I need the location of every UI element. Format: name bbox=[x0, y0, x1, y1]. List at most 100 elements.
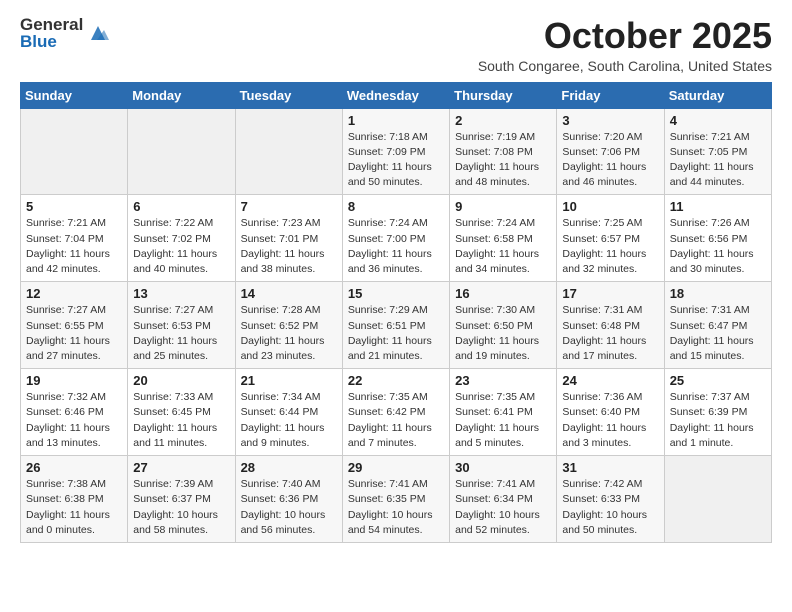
calendar-cell-w1-d1 bbox=[21, 108, 128, 195]
calendar-week-4: 19 Sunrise: 7:32 AMSunset: 6:46 PMDayligh… bbox=[21, 369, 772, 456]
logo-general: General bbox=[20, 16, 83, 33]
day-info: Sunrise: 7:34 AMSunset: 6:44 PMDaylight:… bbox=[241, 390, 337, 451]
calendar-cell-w5-d3: 28 Sunrise: 7:40 AMSunset: 6:36 PMDayligh… bbox=[235, 456, 342, 543]
day-number: 16 bbox=[455, 286, 551, 301]
col-friday: Friday bbox=[557, 82, 664, 108]
day-info: Sunrise: 7:19 AMSunset: 7:08 PMDaylight:… bbox=[455, 130, 551, 191]
day-number: 29 bbox=[348, 460, 444, 475]
day-number: 24 bbox=[562, 373, 658, 388]
day-number: 5 bbox=[26, 199, 122, 214]
day-info: Sunrise: 7:27 AMSunset: 6:55 PMDaylight:… bbox=[26, 303, 122, 364]
day-info: Sunrise: 7:29 AMSunset: 6:51 PMDaylight:… bbox=[348, 303, 444, 364]
day-info: Sunrise: 7:28 AMSunset: 6:52 PMDaylight:… bbox=[241, 303, 337, 364]
calendar-cell-w4-d3: 21 Sunrise: 7:34 AMSunset: 6:44 PMDayligh… bbox=[235, 369, 342, 456]
day-number: 23 bbox=[455, 373, 551, 388]
calendar-cell-w1-d2 bbox=[128, 108, 235, 195]
page: General Blue October 2025 South Congaree… bbox=[0, 0, 792, 559]
calendar-cell-w4-d2: 20Sunrise: 7:33 AMSunset: 6:45 PMDayligh… bbox=[128, 369, 235, 456]
logo-text: General Blue bbox=[20, 16, 83, 50]
logo-blue: Blue bbox=[20, 33, 83, 50]
calendar-cell-w3-d1: 12 Sunrise: 7:27 AMSunset: 6:55 PMDayligh… bbox=[21, 282, 128, 369]
calendar-cell-w2-d6: 10Sunrise: 7:25 AMSunset: 6:57 PMDayligh… bbox=[557, 195, 664, 282]
calendar-cell-w3-d3: 14 Sunrise: 7:28 AMSunset: 6:52 PMDayligh… bbox=[235, 282, 342, 369]
calendar-cell-w5-d4: 29Sunrise: 7:41 AMSunset: 6:35 PMDayligh… bbox=[342, 456, 449, 543]
calendar-cell-w5-d7 bbox=[664, 456, 771, 543]
day-number: 6 bbox=[133, 199, 229, 214]
day-info: Sunrise: 7:41 AMSunset: 6:34 PMDaylight:… bbox=[455, 477, 551, 538]
day-info: Sunrise: 7:42 AMSunset: 6:33 PMDaylight:… bbox=[562, 477, 658, 538]
day-number: 31 bbox=[562, 460, 658, 475]
day-info: Sunrise: 7:23 AMSunset: 7:01 PMDaylight:… bbox=[241, 216, 337, 277]
day-info: Sunrise: 7:21 AMSunset: 7:04 PMDaylight:… bbox=[26, 216, 122, 277]
calendar-cell-w3-d6: 17 Sunrise: 7:31 AMSunset: 6:48 PMDayligh… bbox=[557, 282, 664, 369]
day-number: 26 bbox=[26, 460, 122, 475]
day-number: 27 bbox=[133, 460, 229, 475]
day-info: Sunrise: 7:22 AMSunset: 7:02 PMDaylight:… bbox=[133, 216, 229, 277]
calendar-cell-w3-d5: 16 Sunrise: 7:30 AMSunset: 6:50 PMDayligh… bbox=[450, 282, 557, 369]
day-info: Sunrise: 7:24 AMSunset: 6:58 PMDaylight:… bbox=[455, 216, 551, 277]
calendar-week-2: 5 Sunrise: 7:21 AMSunset: 7:04 PMDaylight… bbox=[21, 195, 772, 282]
calendar-header-row: Sunday Monday Tuesday Wednesday Thursday… bbox=[21, 82, 772, 108]
calendar-cell-w4-d1: 19 Sunrise: 7:32 AMSunset: 6:46 PMDayligh… bbox=[21, 369, 128, 456]
day-info: Sunrise: 7:32 AMSunset: 6:46 PMDaylight:… bbox=[26, 390, 122, 451]
day-number: 7 bbox=[241, 199, 337, 214]
day-number: 14 bbox=[241, 286, 337, 301]
calendar-cell-w1-d7: 4Sunrise: 7:21 AMSunset: 7:05 PMDaylight… bbox=[664, 108, 771, 195]
calendar: Sunday Monday Tuesday Wednesday Thursday… bbox=[20, 82, 772, 543]
calendar-cell-w5-d5: 30 Sunrise: 7:41 AMSunset: 6:34 PMDayligh… bbox=[450, 456, 557, 543]
day-number: 17 bbox=[562, 286, 658, 301]
day-info: Sunrise: 7:30 AMSunset: 6:50 PMDaylight:… bbox=[455, 303, 551, 364]
col-sunday: Sunday bbox=[21, 82, 128, 108]
day-number: 28 bbox=[241, 460, 337, 475]
day-info: Sunrise: 7:24 AMSunset: 7:00 PMDaylight:… bbox=[348, 216, 444, 277]
location-subtitle: South Congaree, South Carolina, United S… bbox=[478, 58, 772, 74]
calendar-cell-w2-d3: 7 Sunrise: 7:23 AMSunset: 7:01 PMDaylight… bbox=[235, 195, 342, 282]
day-info: Sunrise: 7:20 AMSunset: 7:06 PMDaylight:… bbox=[562, 130, 658, 191]
day-info: Sunrise: 7:26 AMSunset: 6:56 PMDaylight:… bbox=[670, 216, 766, 277]
calendar-cell-w5-d1: 26 Sunrise: 7:38 AMSunset: 6:38 PMDayligh… bbox=[21, 456, 128, 543]
day-number: 1 bbox=[348, 113, 444, 128]
day-number: 11 bbox=[670, 199, 766, 214]
day-number: 9 bbox=[455, 199, 551, 214]
calendar-cell-w4-d4: 22Sunrise: 7:35 AMSunset: 6:42 PMDayligh… bbox=[342, 369, 449, 456]
day-number: 20 bbox=[133, 373, 229, 388]
day-number: 2 bbox=[455, 113, 551, 128]
day-info: Sunrise: 7:40 AMSunset: 6:36 PMDaylight:… bbox=[241, 477, 337, 538]
col-tuesday: Tuesday bbox=[235, 82, 342, 108]
calendar-cell-w2-d7: 11 Sunrise: 7:26 AMSunset: 6:56 PMDayligh… bbox=[664, 195, 771, 282]
calendar-cell-w1-d5: 2 Sunrise: 7:19 AMSunset: 7:08 PMDaylight… bbox=[450, 108, 557, 195]
day-info: Sunrise: 7:37 AMSunset: 6:39 PMDaylight:… bbox=[670, 390, 766, 451]
day-info: Sunrise: 7:38 AMSunset: 6:38 PMDaylight:… bbox=[26, 477, 122, 538]
calendar-cell-w2-d2: 6 Sunrise: 7:22 AMSunset: 7:02 PMDaylight… bbox=[128, 195, 235, 282]
day-info: Sunrise: 7:18 AMSunset: 7:09 PMDaylight:… bbox=[348, 130, 444, 191]
col-saturday: Saturday bbox=[664, 82, 771, 108]
logo: General Blue bbox=[20, 16, 109, 50]
col-thursday: Thursday bbox=[450, 82, 557, 108]
day-number: 30 bbox=[455, 460, 551, 475]
calendar-cell-w5-d6: 31 Sunrise: 7:42 AMSunset: 6:33 PMDayligh… bbox=[557, 456, 664, 543]
col-wednesday: Wednesday bbox=[342, 82, 449, 108]
day-info: Sunrise: 7:36 AMSunset: 6:40 PMDaylight:… bbox=[562, 390, 658, 451]
day-info: Sunrise: 7:25 AMSunset: 6:57 PMDaylight:… bbox=[562, 216, 658, 277]
calendar-cell-w1-d3 bbox=[235, 108, 342, 195]
calendar-cell-w3-d2: 13Sunrise: 7:27 AMSunset: 6:53 PMDayligh… bbox=[128, 282, 235, 369]
day-info: Sunrise: 7:31 AMSunset: 6:48 PMDaylight:… bbox=[562, 303, 658, 364]
day-info: Sunrise: 7:31 AMSunset: 6:47 PMDaylight:… bbox=[670, 303, 766, 364]
calendar-cell-w3-d4: 15 Sunrise: 7:29 AMSunset: 6:51 PMDayligh… bbox=[342, 282, 449, 369]
day-number: 25 bbox=[670, 373, 766, 388]
calendar-week-5: 26 Sunrise: 7:38 AMSunset: 6:38 PMDayligh… bbox=[21, 456, 772, 543]
day-number: 22 bbox=[348, 373, 444, 388]
calendar-cell-w4-d5: 23Sunrise: 7:35 AMSunset: 6:41 PMDayligh… bbox=[450, 369, 557, 456]
calendar-cell-w5-d2: 27Sunrise: 7:39 AMSunset: 6:37 PMDayligh… bbox=[128, 456, 235, 543]
day-number: 19 bbox=[26, 373, 122, 388]
day-number: 21 bbox=[241, 373, 337, 388]
day-number: 18 bbox=[670, 286, 766, 301]
day-number: 13 bbox=[133, 286, 229, 301]
day-number: 8 bbox=[348, 199, 444, 214]
month-title: October 2025 bbox=[478, 16, 772, 56]
calendar-cell-w2-d4: 8 Sunrise: 7:24 AMSunset: 7:00 PMDaylight… bbox=[342, 195, 449, 282]
day-number: 15 bbox=[348, 286, 444, 301]
calendar-cell-w2-d1: 5 Sunrise: 7:21 AMSunset: 7:04 PMDaylight… bbox=[21, 195, 128, 282]
day-number: 3 bbox=[562, 113, 658, 128]
day-number: 12 bbox=[26, 286, 122, 301]
